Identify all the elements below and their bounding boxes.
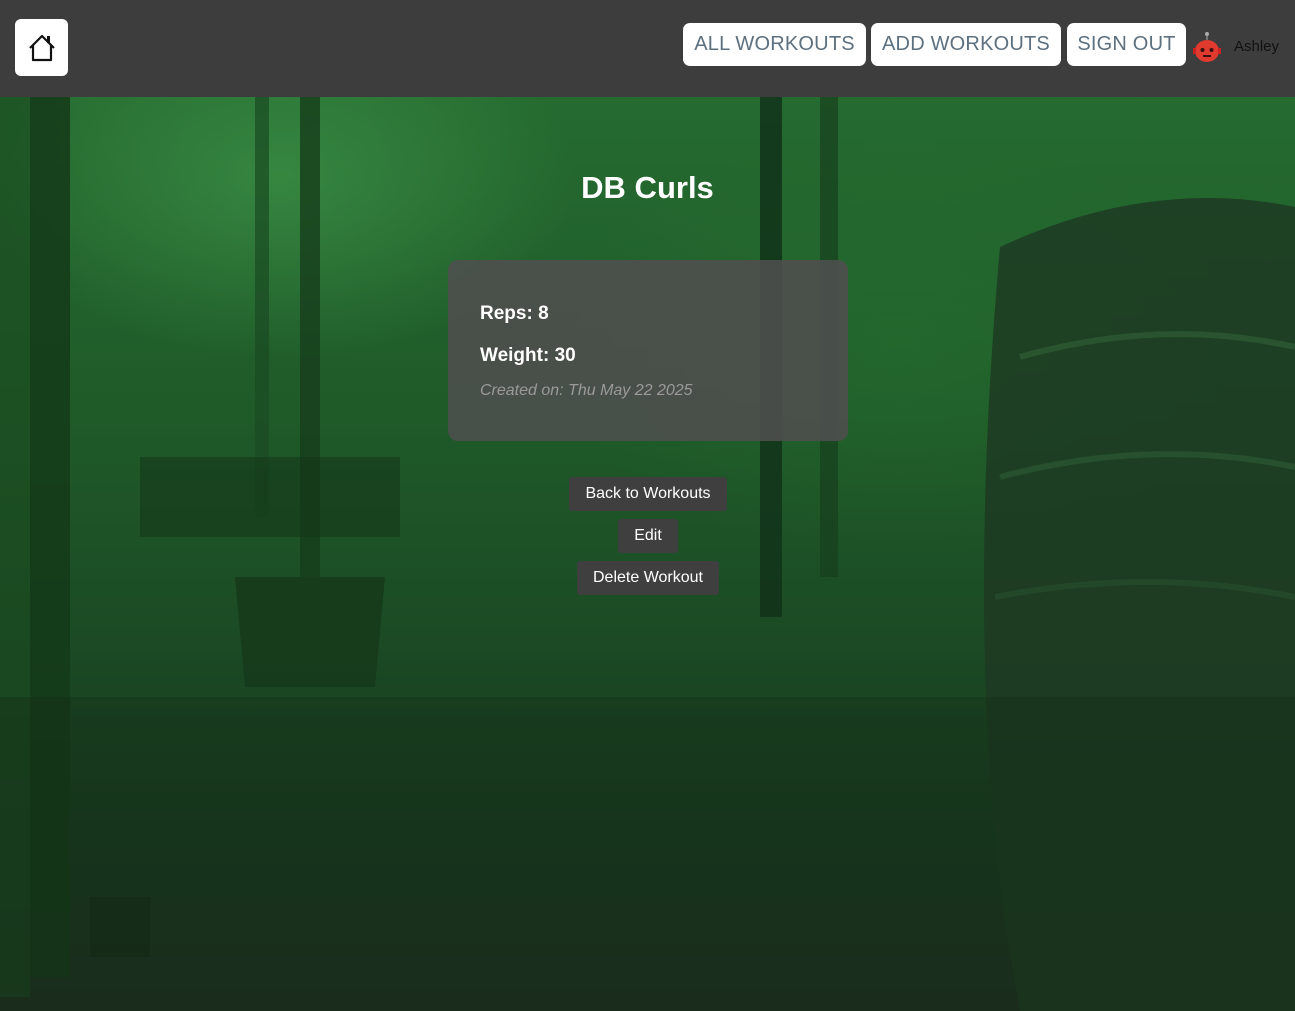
nav-sign-out-button[interactable]: SIGN OUT bbox=[1067, 23, 1186, 66]
background-image bbox=[0, 97, 1295, 1011]
home-icon bbox=[28, 34, 55, 61]
gym-scene-illustration bbox=[0, 97, 1295, 1011]
username-label: Ashley bbox=[1234, 38, 1280, 55]
weight-text: Weight: 30 bbox=[480, 345, 576, 366]
back-to-workouts-button[interactable]: Back to Workouts bbox=[569, 477, 727, 511]
top-navbar: ALL WORKOUTS ADD WORKOUTS SIGN OUT Ashle… bbox=[0, 0, 1295, 97]
reps-text: Reps: 8 bbox=[480, 303, 549, 324]
nav-all-workouts-button[interactable]: ALL WORKOUTS bbox=[683, 23, 866, 66]
workout-title: DB Curls bbox=[581, 170, 714, 205]
delete-workout-button[interactable]: Delete Workout bbox=[577, 561, 719, 595]
workout-detail-card: Reps: 8 Weight: 30 Created on: Thu May 2… bbox=[448, 260, 848, 441]
created-date-text: Created on: Thu May 22 2025 bbox=[480, 382, 693, 399]
edit-button[interactable]: Edit bbox=[618, 519, 678, 553]
robot-avatar-icon bbox=[1193, 32, 1221, 62]
nav-add-workouts-button[interactable]: ADD WORKOUTS bbox=[871, 23, 1061, 66]
home-button[interactable] bbox=[15, 19, 68, 76]
